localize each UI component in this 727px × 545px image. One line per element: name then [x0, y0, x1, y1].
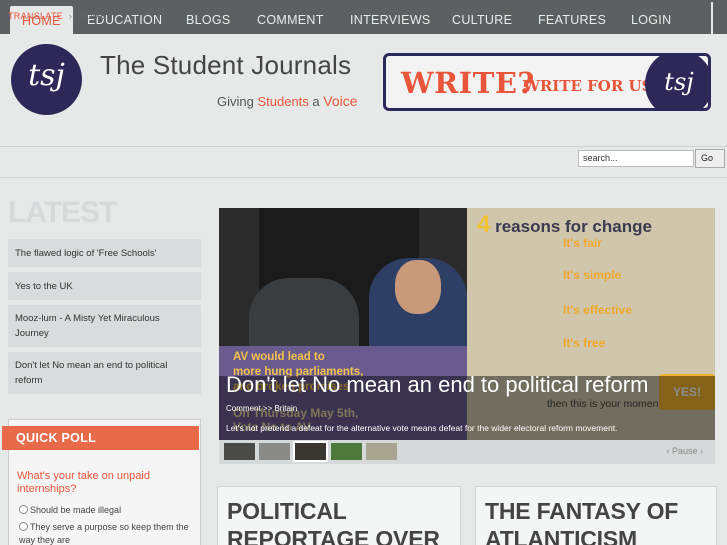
pause-label: Pause: [671, 446, 698, 456]
radio-icon[interactable]: [19, 505, 28, 514]
nav-interviews[interactable]: INTERVIEWS: [350, 0, 431, 34]
logo-text: tsj: [28, 58, 65, 93]
leaflet-title: 4 reasons for change: [477, 211, 652, 239]
slider-thumbnails: ‹ Pause ›: [219, 440, 715, 464]
prev-icon[interactable]: ‹: [666, 446, 669, 456]
search-input[interactable]: search...: [578, 150, 694, 167]
next-icon[interactable]: ›: [700, 446, 703, 456]
tagline-part2: a: [308, 94, 324, 109]
site-tagline: Giving Students a Voice: [217, 93, 358, 109]
slide-headline[interactable]: Don't let No mean an end to political re…: [226, 372, 648, 398]
poll-option-label: Should be made illegal: [30, 505, 122, 515]
breadcrumb-home[interactable]: HOME: [78, 11, 106, 21]
latest-item[interactable]: The flawed logic of 'Free Schools': [8, 239, 201, 267]
poll-option-label: They serve a purpose so keep them the wa…: [19, 522, 189, 545]
slider-thumbnail[interactable]: [366, 443, 397, 460]
latest-item[interactable]: Mooz-lum - A Misty Yet Miraculous Journe…: [8, 305, 201, 347]
translate-link[interactable]: TRANSLATE: [8, 11, 63, 21]
search-go-button[interactable]: Go: [695, 149, 725, 168]
latest-heading: LATEST: [8, 196, 117, 229]
banner-logo: tsj: [645, 56, 708, 108]
photo-head: [395, 260, 441, 314]
slider-thumbnail[interactable]: [259, 443, 290, 460]
latest-item[interactable]: Yes to the UK: [8, 272, 201, 300]
nav-comment[interactable]: COMMENT: [257, 0, 324, 34]
write-for-us-banner[interactable]: WRITE? WRITE FOR US tsj: [383, 53, 711, 111]
banner-write-for-us: WRITE FOR US: [523, 77, 653, 95]
poll-option[interactable]: They serve a purpose so keep them the wa…: [19, 521, 194, 545]
poll-title: QUICK POLL: [2, 426, 199, 450]
article-card[interactable]: POLITICAL REPORTAGE OVER: [217, 486, 461, 545]
leaflet-section: It's simple: [563, 268, 622, 282]
site-logo[interactable]: tsj: [11, 44, 82, 115]
breadcrumb-separator: ›: [69, 11, 73, 21]
tagline-students: Students: [257, 94, 309, 109]
tagline-part1: Giving: [217, 94, 258, 109]
nav-login[interactable]: LOGIN: [631, 0, 671, 34]
article-card-title[interactable]: POLITICAL REPORTAGE OVER: [227, 497, 457, 545]
top-nav: HOME EDUCATION BLOGS COMMENT INTERVIEWS …: [0, 0, 727, 34]
slider-thumbnail[interactable]: [331, 443, 362, 460]
pause-button[interactable]: ‹ Pause ›: [666, 446, 703, 456]
article-card[interactable]: THE FANTASY OF ATLANTICISM: [475, 486, 717, 545]
leaflet-title-text: reasons for change: [495, 217, 652, 236]
latest-item[interactable]: Don't let No mean an end to political re…: [8, 352, 201, 394]
featured-slider[interactable]: AV would lead to more hung parliaments, …: [219, 208, 715, 440]
leaflet-section: It's effective: [563, 303, 632, 317]
poster-line: AV would lead to: [233, 351, 325, 363]
slider-thumbnail[interactable]: [224, 443, 255, 460]
radio-icon[interactable]: [19, 522, 28, 531]
breadcrumb: TRANSLATE › HOME: [8, 11, 107, 21]
nav-blogs[interactable]: BLOGS: [186, 0, 231, 34]
slider-thumbnail[interactable]: [293, 441, 328, 462]
nav-divider: [711, 2, 713, 34]
leaflet-body: [477, 252, 705, 258]
slide-meta[interactable]: Comment >> Britain: [226, 404, 297, 413]
leaflet-title-number: 4: [477, 211, 491, 238]
site-title[interactable]: The Student Journals: [100, 50, 351, 81]
leaflet-section: It's free: [563, 336, 606, 350]
nav-culture[interactable]: CULTURE: [452, 0, 512, 34]
leaflet-section: It's fair: [563, 236, 602, 250]
slide-description: Let's not pretend a defeat for the alter…: [226, 423, 618, 433]
poll-question: What's your take on unpaid internships?: [17, 470, 150, 495]
article-card-title[interactable]: THE FANTASY OF ATLANTICISM: [485, 497, 715, 545]
nav-features[interactable]: FEATURES: [538, 0, 606, 34]
tagline-voice: Voice: [323, 93, 358, 109]
poll-option[interactable]: Should be made illegal: [19, 504, 194, 517]
banner-write: WRITE?: [401, 66, 535, 100]
